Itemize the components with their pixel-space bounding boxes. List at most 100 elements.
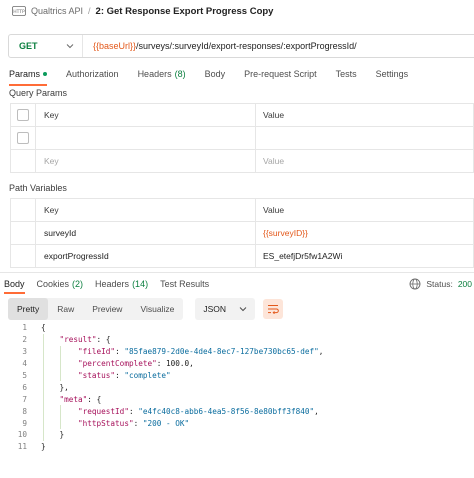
format-select[interactable]: JSON — [195, 298, 255, 320]
line-number: 5 — [22, 371, 27, 380]
line-number: 7 — [22, 394, 27, 404]
url-input[interactable]: {{baseUrl}}/surveys/:surveyId/export-res… — [83, 41, 357, 51]
breadcrumb: HTTP Qualtrics API / 2: Get Response Exp… — [0, 0, 474, 22]
code-text: "percentComplete": 100.0, — [78, 359, 194, 369]
view-pretty-button[interactable]: Pretty — [8, 298, 49, 320]
code-line: 4 "percentComplete": 100.0, — [0, 358, 474, 370]
path-var-key: exportProgressId — [35, 244, 256, 268]
code-text: }, — [41, 382, 69, 392]
breadcrumb-separator: / — [88, 6, 91, 16]
status-code[interactable]: 200 — [458, 279, 472, 289]
new-value-input[interactable]: Value — [255, 149, 474, 173]
params-indicator-dot — [43, 72, 48, 76]
view-mode-group: Pretty Raw Preview Visualize — [8, 298, 184, 320]
chevron-down-icon — [66, 44, 74, 49]
row-checkbox[interactable] — [17, 132, 29, 144]
tab-response-headers[interactable]: Headers (14) — [95, 273, 148, 294]
code-text: } — [41, 430, 65, 440]
value-column-header: Value — [255, 198, 474, 222]
query-params-table: Key Value Key Value — [10, 103, 474, 173]
line-number: 2 — [22, 335, 27, 345]
code-text: "status": "complete" — [78, 371, 171, 380]
line-number: 10 — [17, 430, 27, 440]
code-line: 9 "httpStatus": "200 - OK" — [0, 417, 474, 429]
code-line: 5 "status": "complete" — [0, 370, 474, 382]
value-column-header: Value — [255, 103, 474, 127]
tab-body[interactable]: Body — [205, 62, 226, 86]
table-row: surveyId {{surveyID}} — [10, 221, 474, 245]
globe-icon[interactable] — [409, 278, 421, 290]
code-text: "requestId": "e4fc40c8-abb6-4ea5-8f56-8e… — [78, 406, 319, 416]
line-number: 1 — [22, 323, 27, 333]
code-text: "httpStatus": "200 - OK" — [78, 418, 190, 428]
url-variable: {{baseUrl}} — [93, 41, 137, 51]
tab-response-cookies[interactable]: Cookies (2) — [37, 273, 84, 294]
code-line: 8 "requestId": "e4fc40c8-abb6-4ea5-8f56-… — [0, 405, 474, 417]
method-label: GET — [19, 41, 38, 51]
response-view-bar: Pretty Raw Preview Visualize JSON — [8, 298, 283, 320]
code-text: } — [41, 442, 46, 452]
line-number: 9 — [22, 418, 27, 428]
url-path: /surveys/:surveyId/export-responses/:exp… — [136, 41, 357, 51]
path-var-key: surveyId — [35, 221, 256, 245]
request-tabs: Params Authorization Headers (8) Body Pre… — [0, 62, 474, 86]
svg-text:HTTP: HTTP — [13, 9, 25, 15]
code-line: 1{ — [0, 322, 474, 334]
code-line: 6 }, — [0, 381, 474, 393]
query-params-title: Query Params — [9, 88, 68, 98]
line-number: 6 — [22, 382, 27, 392]
indent-guide — [43, 333, 44, 441]
wrap-lines-button[interactable] — [263, 299, 283, 319]
path-variables-table: Key Value surveyId {{surveyID}} exportPr… — [10, 198, 474, 268]
code-line: 10 } — [0, 429, 474, 441]
tab-tests[interactable]: Tests — [336, 62, 357, 86]
key-column-header: Key — [35, 103, 256, 127]
http-api-icon: HTTP — [12, 6, 26, 16]
chevron-down-icon — [239, 307, 247, 312]
table-row: exportProgressId ES_etefjDr5fw1A2Wi — [10, 244, 474, 268]
tab-pre-request-script[interactable]: Pre-request Script — [244, 62, 317, 86]
path-var-value-input[interactable]: {{surveyID}} — [255, 221, 474, 245]
view-visualize-button[interactable]: Visualize — [131, 298, 183, 320]
response-body-editor[interactable]: 1{2 "result": {3 "fileId": "85fae879-2d0… — [0, 322, 474, 453]
format-label: JSON — [203, 304, 226, 314]
code-line: 7 "meta": { — [0, 393, 474, 405]
request-title[interactable]: 2: Get Response Export Progress Copy — [96, 6, 274, 17]
tab-response-body[interactable]: Body — [4, 273, 25, 294]
code-text: "result": { — [59, 335, 111, 345]
view-raw-button[interactable]: Raw — [48, 298, 83, 320]
line-number: 3 — [22, 347, 27, 357]
response-status: Status: 200 — [409, 278, 472, 290]
new-key-input[interactable]: Key — [35, 149, 256, 173]
code-text: { — [41, 323, 46, 333]
breadcrumb-parent[interactable]: Qualtrics API — [31, 6, 83, 16]
wrap-lines-icon — [268, 305, 279, 314]
line-number: 11 — [17, 442, 27, 452]
url-bar: GET {{baseUrl}}/surveys/:surveyId/export… — [8, 34, 474, 58]
code-text: "fileId": "85fae879-2d0e-4de4-8ec7-127be… — [78, 347, 324, 357]
tab-authorization[interactable]: Authorization — [66, 62, 119, 86]
tab-test-results[interactable]: Test Results — [160, 273, 209, 294]
code-text: "meta": { — [59, 394, 102, 404]
value-cell[interactable] — [255, 126, 474, 150]
tab-settings[interactable]: Settings — [376, 62, 409, 86]
tab-params[interactable]: Params — [9, 62, 48, 86]
code-line: 11} — [0, 441, 474, 453]
view-preview-button[interactable]: Preview — [83, 298, 131, 320]
select-all-checkbox[interactable] — [17, 109, 29, 121]
line-number: 4 — [22, 359, 27, 369]
response-tabs: Body Cookies (2) Headers (14) Test Results… — [0, 272, 474, 294]
code-line: 3 "fileId": "85fae879-2d0e-4de4-8ec7-127… — [0, 346, 474, 358]
indent-guide — [60, 345, 61, 382]
status-label: Status: — [426, 279, 453, 289]
tab-headers[interactable]: Headers (8) — [138, 62, 186, 86]
method-select[interactable]: GET — [9, 35, 83, 57]
key-column-header: Key — [35, 198, 256, 222]
headers-count: (8) — [174, 69, 186, 79]
line-number: 8 — [22, 406, 27, 416]
key-cell[interactable] — [35, 126, 256, 150]
code-line: 2 "result": { — [0, 334, 474, 346]
path-var-value-input[interactable]: ES_etefjDr5fw1A2Wi — [255, 244, 474, 268]
indent-guide — [60, 405, 61, 430]
path-variables-title: Path Variables — [9, 183, 67, 193]
